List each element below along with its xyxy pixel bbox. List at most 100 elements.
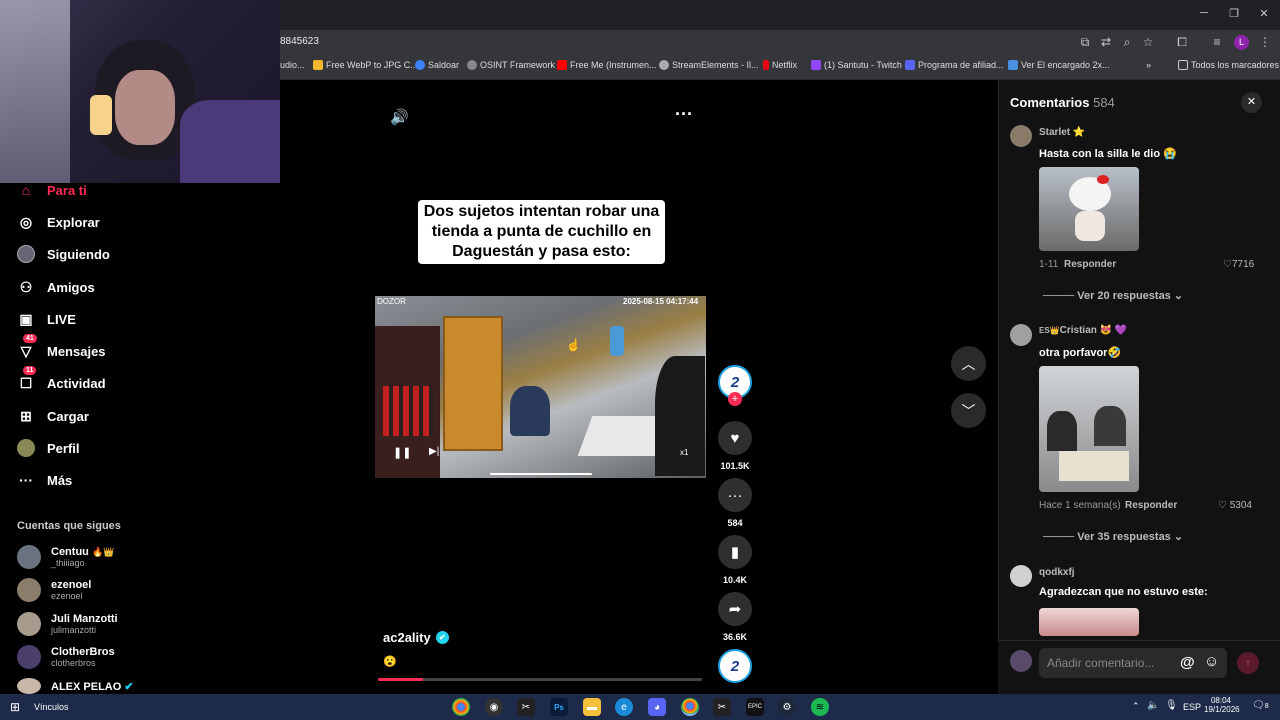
language-indicator[interactable]: ESP	[1183, 702, 1201, 712]
video-progress-track[interactable]	[378, 678, 702, 681]
photoshop-icon[interactable]: Ps	[550, 698, 568, 716]
close-window-icon[interactable]: ✕	[1254, 7, 1274, 20]
next-frame-icon[interactable]: ▶|	[429, 446, 439, 457]
reply-button[interactable]: Responder	[1064, 259, 1116, 270]
comment-input[interactable]: Añadir comentario...	[1039, 648, 1227, 678]
playback-speed[interactable]: x1	[680, 448, 688, 457]
taskbar-clock[interactable]: 08:04 19/1/2026	[1204, 696, 1240, 714]
save-button[interactable]: ▮ 10.4K	[718, 535, 752, 585]
notification-icon[interactable]: 🗨8	[1252, 700, 1269, 711]
account-item[interactable]: ClotherBros clotherbros	[17, 645, 115, 669]
volume-icon[interactable]: 🔊	[390, 108, 409, 126]
comment-like[interactable]: ♡ 5304	[1218, 500, 1252, 511]
bookmark-icon	[313, 60, 323, 70]
video-author[interactable]: ac2ality ✔	[383, 630, 449, 645]
bookmark-item[interactable]: (1) Santutu - Twitch	[811, 60, 902, 70]
bookmark-item[interactable]: udio...	[280, 60, 305, 70]
comment-username[interactable]: Starlet ⭐	[1039, 127, 1085, 138]
comment-image[interactable]	[1039, 366, 1139, 492]
bookmark-item[interactable]: Free WebP to JPG C...	[313, 60, 418, 70]
tray-chevron-icon[interactable]: ⌃	[1132, 701, 1140, 712]
comment-username[interactable]: ES👑Cristian 😻 💜	[1039, 325, 1127, 336]
bookmark-item[interactable]: OSINT Framework	[467, 60, 555, 70]
bookmark-item[interactable]: Programa de afiliad...	[905, 60, 1004, 70]
minimize-icon[interactable]: ─	[1194, 7, 1214, 19]
comment-like[interactable]: ♡7716	[1223, 259, 1254, 270]
cast-icon[interactable]: ⧉	[1076, 35, 1094, 50]
view-replies-button[interactable]: ──── Ver 35 respuestas ⌄	[1043, 530, 1183, 543]
menu-dots-icon[interactable]: ⋮	[1256, 35, 1274, 49]
close-comments-icon[interactable]: ✕	[1241, 92, 1262, 113]
windows-start-icon[interactable]: ⊞	[10, 700, 20, 714]
sidebar-item-siguiendo[interactable]: Siguiendo	[17, 245, 110, 263]
sidebar-item-cargar[interactable]: ⊞ Cargar	[17, 407, 89, 425]
comment-avatar[interactable]	[1010, 125, 1032, 147]
comment-image[interactable]	[1039, 167, 1139, 251]
file-explorer-icon[interactable]: ▬	[583, 698, 601, 716]
extensions-icon[interactable]: ⧠	[1173, 35, 1191, 50]
send-comment-icon[interactable]: ↑	[1237, 652, 1259, 674]
sidebar-item-live[interactable]: ▣ LIVE	[17, 310, 76, 328]
bookmark-star-icon[interactable]: ☆	[1139, 35, 1157, 49]
epic-games-icon[interactable]: EPIC	[746, 698, 764, 716]
account-item[interactable]: ALEX PELAO ✔	[17, 678, 134, 694]
avatar	[17, 645, 41, 669]
previous-video-button[interactable]: ︿	[951, 346, 986, 381]
spotify-icon[interactable]: ≋	[811, 698, 829, 716]
video-caption: Dos sujetos intentan robar una tienda a …	[418, 200, 665, 264]
account-item[interactable]: Centuu 🔥👑 _thiiiago	[17, 545, 114, 569]
comment-username[interactable]: qodkxfj	[1039, 567, 1075, 578]
volume-tray-icon[interactable]: 🔈	[1147, 700, 1159, 711]
capcut-icon[interactable]: ✂	[713, 698, 731, 716]
sound-avatar-button[interactable]: 2	[718, 649, 752, 683]
sidebar-item-amigos[interactable]: ⚇ Amigos	[17, 278, 95, 296]
account-item[interactable]: Juli Manzotti julimanzotti	[17, 612, 118, 636]
video-scrubber[interactable]	[490, 473, 592, 475]
emoji-icon[interactable]: ☺	[1204, 653, 1219, 670]
comment-image[interactable]	[1039, 608, 1139, 636]
bookmark-item[interactable]: Netflix	[763, 60, 797, 70]
sidebar-item-perfil[interactable]: Perfil	[17, 439, 80, 457]
edge-icon[interactable]: e	[615, 698, 633, 716]
sidebar-item-mas[interactable]: ··· Más	[17, 471, 72, 489]
bookmark-item[interactable]: Free Me (Instrumen...	[557, 60, 657, 70]
account-item[interactable]: ezenoel ezenoel	[17, 578, 91, 602]
bookmarks-overflow-icon[interactable]: »	[1146, 60, 1151, 70]
profile-avatar[interactable]: L	[1234, 35, 1249, 50]
next-video-button[interactable]: ﹀	[951, 393, 986, 428]
mention-icon[interactable]: @	[1180, 654, 1195, 671]
more-options-icon[interactable]: ···	[675, 104, 693, 125]
reply-button[interactable]: Responder	[1125, 500, 1177, 511]
sidebar-item-mensajes[interactable]: ▽ 41 Mensajes	[17, 334, 106, 360]
obs-icon[interactable]: ◉	[485, 698, 503, 716]
translate-icon[interactable]: ⇄	[1097, 35, 1115, 49]
chrome-icon[interactable]	[452, 698, 470, 716]
like-button[interactable]: ♥ 101.5K	[718, 421, 752, 471]
sidebar-item-actividad[interactable]: ☐ 11 Actividad	[17, 366, 106, 392]
zoom-icon[interactable]: ⌕	[1118, 35, 1136, 50]
author-avatar-button[interactable]: 2 +	[718, 365, 752, 406]
all-bookmarks[interactable]: Todos los marcadores	[1178, 60, 1279, 70]
pause-icon[interactable]: ❚❚	[393, 446, 411, 459]
media-icon[interactable]: ≡	[1208, 35, 1226, 49]
discord-icon[interactable]: ◕	[648, 698, 666, 716]
sidebar-item-explorar[interactable]: ◎ Explorar	[17, 213, 100, 231]
bookmark-item[interactable]: Saldoar	[415, 60, 459, 70]
comment-avatar[interactable]	[1010, 565, 1032, 587]
sidebar-item-para-ti[interactable]: ⌂ Para ti	[17, 181, 87, 199]
follow-plus-icon[interactable]: +	[728, 392, 742, 406]
steam-icon[interactable]: ⚙	[778, 698, 796, 716]
chrome-active-icon[interactable]	[681, 698, 699, 716]
url-text[interactable]: 8845623	[280, 36, 319, 47]
microphone-icon[interactable]: 🎙	[1165, 700, 1178, 711]
restore-icon[interactable]: ❐	[1224, 7, 1244, 20]
taskbar-links[interactable]: Vínculos	[34, 702, 69, 712]
capcut-icon[interactable]: ✂	[517, 698, 535, 716]
video-player[interactable]: DOZOR 2025-08-15 04:17:44 ❚❚ ▶| x1	[375, 296, 706, 478]
view-replies-button[interactable]: ──── Ver 20 respuestas ⌄	[1043, 289, 1183, 302]
bookmark-item[interactable]: StreamElements - Il...	[659, 60, 759, 70]
bookmark-item[interactable]: Ver El encargado 2x...	[1008, 60, 1110, 70]
share-button[interactable]: ➦ 36.6K	[718, 592, 752, 642]
comment-avatar[interactable]	[1010, 324, 1032, 346]
comment-button[interactable]: ··· 584	[718, 478, 752, 528]
